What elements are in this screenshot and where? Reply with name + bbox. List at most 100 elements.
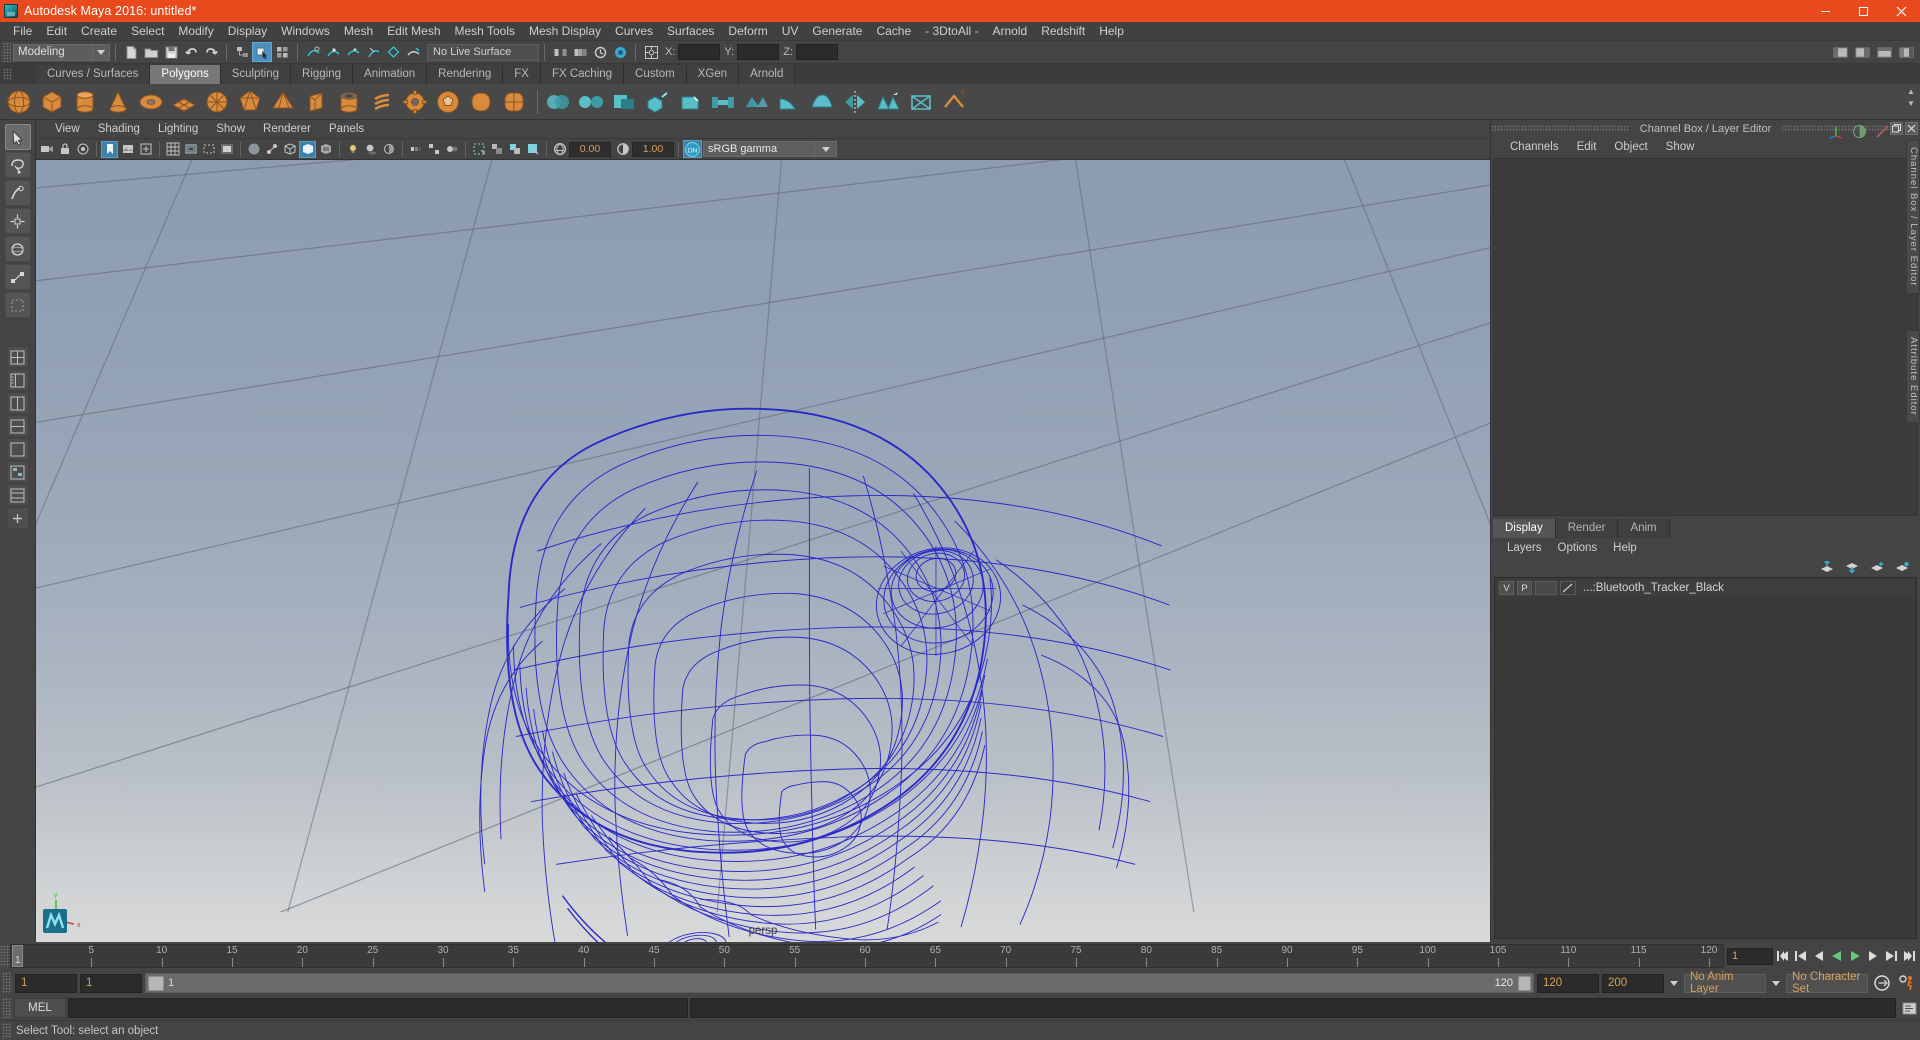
- menu-modify[interactable]: Modify: [171, 22, 220, 41]
- depth-of-field-icon[interactable]: [443, 141, 460, 158]
- time-slider[interactable]: 5 10 15 20 25 30 35 40 45 50 55 60 65 70 75 80 85 90 95 100…: [10, 944, 1724, 968]
- layout-single-pane[interactable]: [6, 438, 29, 460]
- booleans-icon[interactable]: [609, 87, 639, 117]
- step-forward-frame-icon[interactable]: [1864, 947, 1881, 966]
- render-sphere-icon[interactable]: [1852, 124, 1867, 139]
- layout-hypergraph[interactable]: [6, 461, 29, 483]
- shelf-scroll-up-icon[interactable]: ▲: [1905, 86, 1917, 97]
- anim-start-field[interactable]: 1: [15, 973, 77, 993]
- snap-to-curve-icon[interactable]: [303, 42, 323, 62]
- channel-menu-object[interactable]: Object: [1605, 138, 1656, 157]
- channel-menu-edit[interactable]: Edit: [1568, 138, 1606, 157]
- current-frame-field[interactable]: 1: [1727, 947, 1773, 965]
- menu-generate[interactable]: Generate: [805, 22, 869, 41]
- layer-tab-display[interactable]: Display: [1493, 519, 1556, 538]
- lasso-select-tool[interactable]: [4, 152, 31, 178]
- show-hide-editor-icon[interactable]: [1830, 42, 1850, 62]
- wedge-icon[interactable]: [774, 87, 804, 117]
- menu-redshift[interactable]: Redshift: [1034, 22, 1092, 41]
- channel-menu-channels[interactable]: Channels: [1501, 138, 1568, 157]
- move-tool[interactable]: [4, 208, 31, 234]
- poly-torus-icon[interactable]: [136, 87, 166, 117]
- snapshot-icon[interactable]: [524, 141, 541, 158]
- resolution-gate-icon[interactable]: [200, 141, 217, 158]
- play-forwards-icon[interactable]: [1846, 947, 1863, 966]
- anim-end-field[interactable]: 200: [1602, 973, 1664, 993]
- grid-display-icon[interactable]: [488, 141, 505, 158]
- perspective-viewport[interactable]: persp y x z: [36, 160, 1490, 942]
- range-slider-grip[interactable]: [2, 972, 12, 994]
- menu-cache[interactable]: Cache: [869, 22, 918, 41]
- sidebar-tab-attribute-editor[interactable]: Attribute Editor: [1906, 330, 1920, 423]
- step-back-key-icon[interactable]: [1792, 947, 1809, 966]
- toolbar-grip[interactable]: [2, 42, 11, 62]
- select-tool[interactable]: [4, 124, 31, 150]
- channel-menu-show[interactable]: Show: [1657, 138, 1704, 157]
- coord-z-field[interactable]: [795, 44, 838, 60]
- smooth-shade-icon[interactable]: [299, 140, 316, 158]
- bridge-icon[interactable]: [708, 87, 738, 117]
- paint-stroke-icon[interactable]: [1875, 124, 1890, 139]
- wireframe-icon[interactable]: [281, 141, 298, 158]
- float-panel-icon[interactable]: [1890, 122, 1903, 135]
- input-output-connections-icon[interactable]: [550, 42, 570, 62]
- menu-deform[interactable]: Deform: [721, 22, 774, 41]
- film-gate-icon[interactable]: [182, 141, 199, 158]
- go-to-end-icon[interactable]: [1900, 947, 1917, 966]
- 2d-pan-zoom-icon[interactable]: [137, 141, 154, 158]
- separate-icon[interactable]: [576, 87, 606, 117]
- layout-two-pane-stacked[interactable]: [6, 415, 29, 437]
- viewport-menu-panels[interactable]: Panels: [320, 120, 373, 139]
- reduce-icon[interactable]: [873, 87, 903, 117]
- menu-edit[interactable]: Edit: [39, 22, 74, 41]
- character-set-select[interactable]: No Character Set: [1786, 971, 1868, 995]
- poly-plane-icon[interactable]: [169, 87, 199, 117]
- poly-cylinder-icon[interactable]: [70, 87, 100, 117]
- menu-display[interactable]: Display: [221, 22, 274, 41]
- close-icon[interactable]: [1882, 0, 1920, 22]
- viewport-menu-shading[interactable]: Shading: [89, 120, 149, 139]
- snap-to-view-plane-icon[interactable]: [383, 42, 403, 62]
- poly-soccer-ball-icon[interactable]: [433, 87, 463, 117]
- layer-name[interactable]: ...:Bluetooth_Tracker_Black: [1583, 582, 1724, 594]
- menu-create[interactable]: Create: [74, 22, 124, 41]
- range-end-field[interactable]: 120: [1537, 973, 1599, 993]
- move-manip-icon[interactable]: [1828, 123, 1844, 139]
- light-shading-icon[interactable]: [344, 141, 361, 158]
- mirror-geometry-icon[interactable]: [840, 87, 870, 117]
- color-management-toggle-icon[interactable]: ON: [683, 140, 702, 158]
- layer-menu-layers[interactable]: Layers: [1499, 539, 1550, 557]
- bookmark-icon[interactable]: [101, 140, 118, 158]
- undo-icon[interactable]: [181, 42, 201, 62]
- save-scene-icon[interactable]: [161, 42, 181, 62]
- gate-mask-icon[interactable]: [218, 141, 235, 158]
- shelf-tab-fx[interactable]: FX: [503, 65, 541, 84]
- extrude-icon[interactable]: [642, 87, 672, 117]
- layer-menu-options[interactable]: Options: [1550, 539, 1606, 557]
- menuset-selector[interactable]: Modeling: [13, 43, 93, 61]
- script-editor-icon[interactable]: [1898, 998, 1920, 1018]
- menu-uv[interactable]: UV: [775, 22, 806, 41]
- sidebar-tab-channel-box[interactable]: Channel Box / Layer Editor: [1906, 140, 1920, 294]
- shelf-options-button[interactable]: [14, 65, 36, 84]
- shelf-tab-polygons[interactable]: Polygons: [150, 65, 221, 84]
- shelf-tab-fx-caching[interactable]: FX Caching: [540, 65, 625, 84]
- move-layer-up-icon[interactable]: [1819, 560, 1835, 574]
- select-by-object-icon[interactable]: [252, 42, 272, 62]
- triangulate-icon[interactable]: [906, 87, 936, 117]
- shelf-tab-custom[interactable]: Custom: [624, 65, 687, 84]
- animation-preferences-icon[interactable]: [1896, 972, 1918, 994]
- lock-camera-icon[interactable]: [56, 141, 73, 158]
- layer-menu-help[interactable]: Help: [1605, 539, 1645, 557]
- gamma-field[interactable]: 1.00: [632, 141, 674, 157]
- camera-attributes-icon[interactable]: [74, 141, 91, 158]
- play-backwards-icon[interactable]: [1828, 947, 1845, 966]
- step-back-frame-icon[interactable]: [1810, 947, 1827, 966]
- menuset-dropdown-arrow[interactable]: [93, 43, 110, 61]
- bluetooth-tracker-wireframe-mesh[interactable]: [36, 160, 1490, 942]
- poly-gear-icon[interactable]: [400, 87, 430, 117]
- new-scene-icon[interactable]: [121, 42, 141, 62]
- menu-file[interactable]: File: [6, 22, 39, 41]
- poly-sphericalized-cube-icon[interactable]: [499, 87, 529, 117]
- layout-two-pane-side[interactable]: [6, 392, 29, 414]
